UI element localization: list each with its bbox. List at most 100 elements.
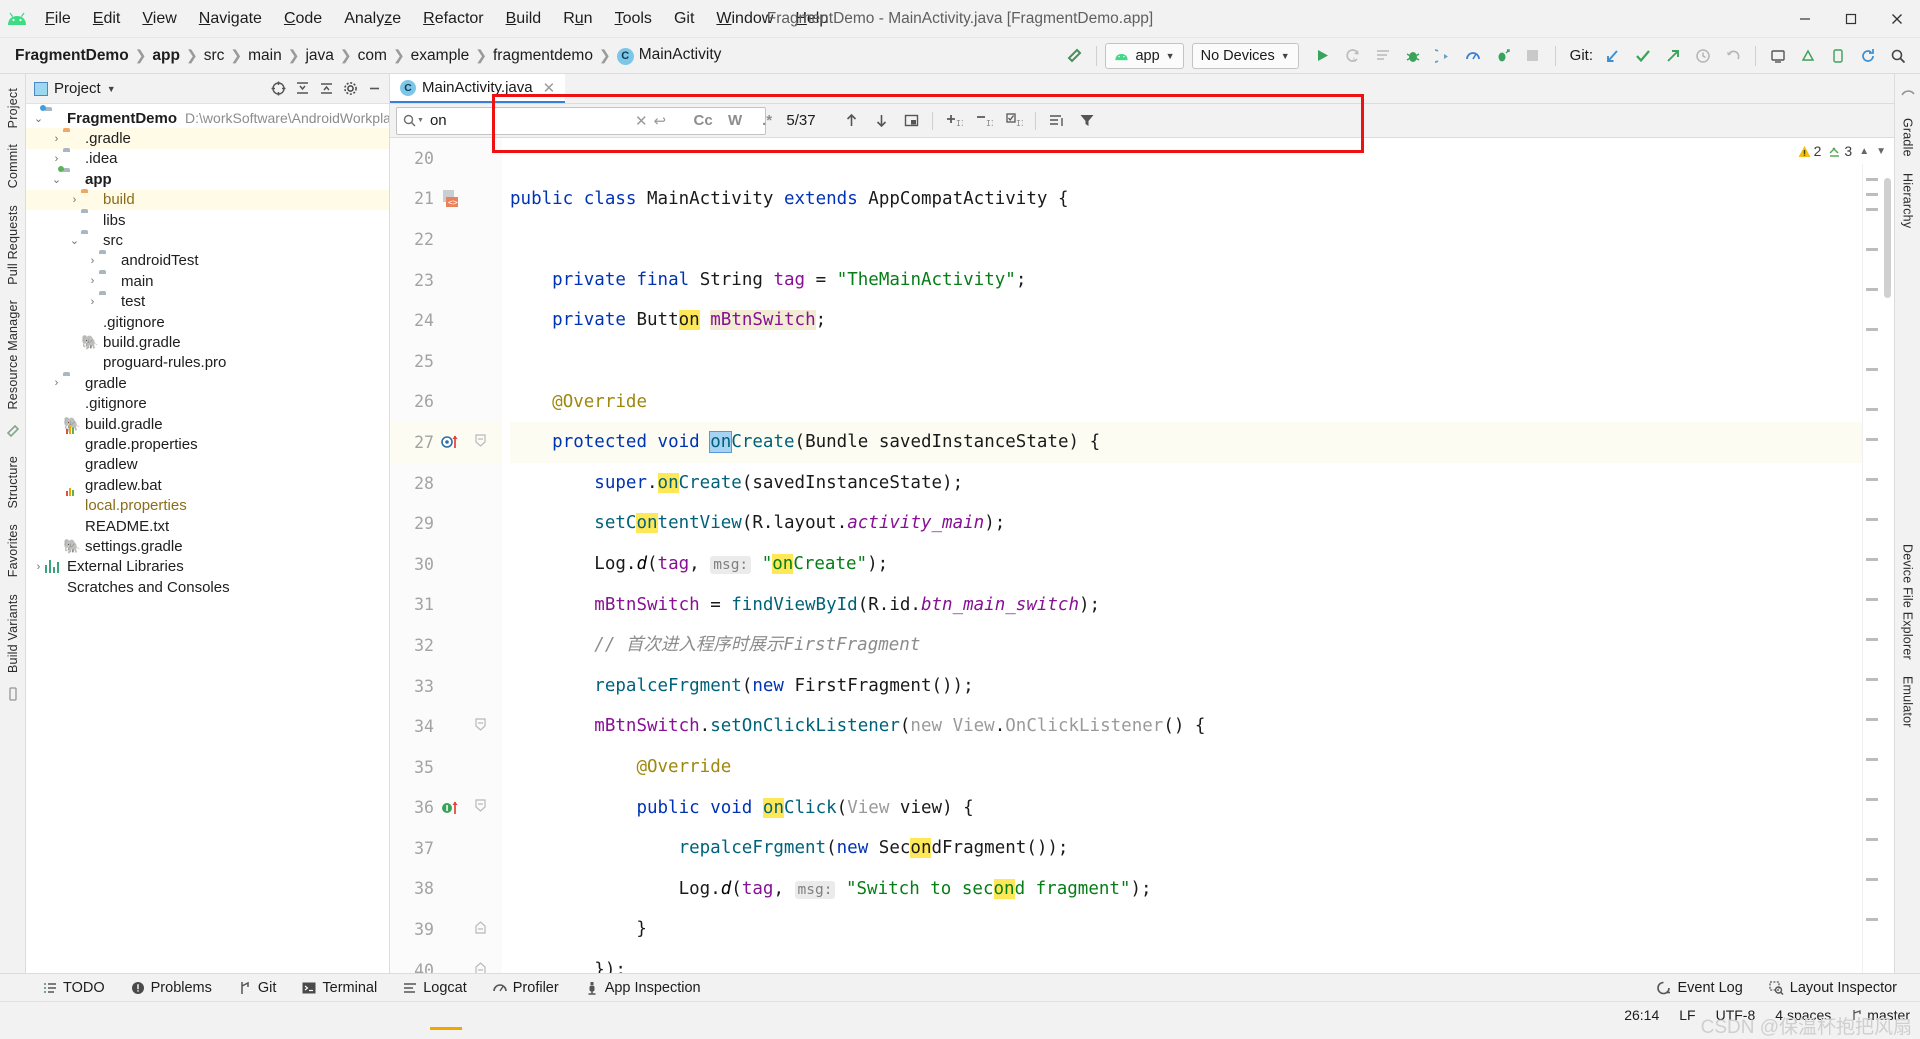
rail-project[interactable]: Project xyxy=(6,80,20,136)
fold-marker[interactable] xyxy=(475,434,486,451)
profiler-icon[interactable] xyxy=(1459,43,1487,69)
menu-navigate[interactable]: Navigate xyxy=(188,6,273,32)
gutter-line-28[interactable]: 28 xyxy=(390,463,502,504)
tree-disclosure-arrow[interactable]: ⌄ xyxy=(32,112,45,125)
line-separator[interactable]: LF xyxy=(1679,1007,1695,1023)
tool-window-problems[interactable]: Problems xyxy=(118,974,225,1002)
scroll-from-source-icon[interactable] xyxy=(267,78,289,100)
tree-item--gradle[interactable]: ›.gradle xyxy=(26,128,389,148)
breadcrumb-item-1[interactable]: app xyxy=(147,45,185,67)
maximize-button[interactable] xyxy=(1828,0,1874,38)
caret-position[interactable]: 26:14 xyxy=(1624,1007,1659,1023)
editor-tab-mainactivity[interactable]: C MainActivity.java ✕ xyxy=(390,74,565,103)
apply-code-changes-icon[interactable] xyxy=(1369,43,1397,69)
gutter-line-27[interactable]: 27 xyxy=(390,422,502,463)
select-all-occurrences-button[interactable] xyxy=(896,108,926,134)
code-line-28[interactable]: super.onCreate(savedInstanceState); xyxy=(510,463,1862,504)
code-line-39[interactable]: } xyxy=(510,909,1862,950)
remove-selection-button[interactable]: II xyxy=(969,108,999,134)
breadcrumb-item-3[interactable]: main xyxy=(243,45,287,67)
tree-item-settings-gradle[interactable]: 🐘settings.gradle xyxy=(26,536,389,556)
code-line-30[interactable]: Log.d(tag, msg: "onCreate"); xyxy=(510,544,1862,585)
device-manager-icon[interactable] xyxy=(1824,43,1852,69)
rail-device-file-explorer[interactable]: Device File Explorer xyxy=(1901,536,1915,668)
code-line-38[interactable]: Log.d(tag, msg: "Switch to second fragme… xyxy=(510,869,1862,910)
search-icon[interactable]: ▼ xyxy=(403,114,424,127)
breadcrumb-item-2[interactable]: src xyxy=(199,45,230,67)
tree-disclosure-arrow[interactable]: › xyxy=(32,561,45,573)
history-icon[interactable] xyxy=(1689,43,1717,69)
chevron-down-icon[interactable]: ▼ xyxy=(417,117,424,124)
git-push-icon[interactable] xyxy=(1659,43,1687,69)
menu-window[interactable]: Window xyxy=(705,6,784,32)
run-configuration-selector[interactable]: app ▼ xyxy=(1105,43,1183,69)
code-line-21[interactable]: public class MainActivity extends AppCom… xyxy=(510,179,1862,220)
inspection-chevron-icon[interactable]: ▲ xyxy=(1859,146,1869,157)
tree-item--idea[interactable]: ›.idea xyxy=(26,149,389,169)
menu-build[interactable]: Build xyxy=(495,6,553,32)
device-rail-icon[interactable] xyxy=(6,687,20,705)
code-line-24[interactable]: private Button mBtnSwitch; xyxy=(510,300,1862,341)
close-button[interactable] xyxy=(1874,0,1920,38)
tree-item-gradle-properties[interactable]: gradle.properties xyxy=(26,434,389,454)
code-line-20[interactable] xyxy=(510,138,1862,179)
debug-attach-icon[interactable] xyxy=(1489,43,1517,69)
tree-disclosure-arrow[interactable]: › xyxy=(86,255,99,267)
gutter-line-40[interactable]: 40 xyxy=(390,950,502,973)
close-icon[interactable]: ✕ xyxy=(543,79,556,97)
build-rail-icon[interactable] xyxy=(6,424,20,442)
tree-item-scratches-and-consoles[interactable]: Scratches and Consoles xyxy=(26,577,389,597)
tree-disclosure-arrow[interactable]: ⌄ xyxy=(50,173,63,186)
tree-item-androidtest[interactable]: ›androidTest xyxy=(26,251,389,271)
menu-tools[interactable]: Tools xyxy=(604,6,663,32)
tool-window-git[interactable]: Git xyxy=(225,974,290,1002)
tree-item--gitignore[interactable]: .gitignore xyxy=(26,312,389,332)
tree-item-main[interactable]: ›main xyxy=(26,271,389,291)
menu-git[interactable]: Git xyxy=(663,6,705,32)
gutter-line-24[interactable]: 24 xyxy=(390,300,502,341)
editor-scrollbar[interactable] xyxy=(1880,138,1894,973)
code-line-35[interactable]: @Override xyxy=(510,747,1862,788)
rail-pull-requests[interactable]: Pull Requests xyxy=(6,197,20,293)
menu-file[interactable]: File xyxy=(34,6,82,32)
run-button[interactable] xyxy=(1309,43,1337,69)
find-previous-button[interactable] xyxy=(836,108,866,134)
menu-code[interactable]: Code xyxy=(273,6,333,32)
stop-button[interactable] xyxy=(1519,43,1547,69)
scrollbar-thumb[interactable] xyxy=(1884,178,1891,298)
code-editor[interactable]: 2021<>2223242526272829303132333435363738… xyxy=(390,138,1894,973)
error-marker-bar[interactable] xyxy=(1862,138,1880,973)
menu-view[interactable]: View xyxy=(131,6,187,32)
rail-structure[interactable]: Structure xyxy=(6,448,20,517)
filter-icon[interactable] xyxy=(1072,108,1102,134)
apply-changes-icon[interactable]: A xyxy=(1339,43,1367,69)
sdk-manager-icon[interactable] xyxy=(1794,43,1822,69)
tree-disclosure-arrow[interactable]: › xyxy=(50,133,63,145)
undo-icon[interactable] xyxy=(1719,43,1747,69)
build-hammer-icon[interactable] xyxy=(1060,43,1088,69)
code-line-29[interactable]: setContentView(R.layout.activity_main); xyxy=(510,503,1862,544)
tool-window-terminal[interactable]: Terminal xyxy=(289,974,390,1002)
hide-panel-icon[interactable] xyxy=(363,78,385,100)
sync-gradle-icon[interactable] xyxy=(1854,43,1882,69)
tree-item-build-gradle[interactable]: 🐘build.gradle xyxy=(26,332,389,352)
gutter-line-21[interactable]: 21<> xyxy=(390,179,502,220)
gutter-line-31[interactable]: 31 xyxy=(390,585,502,626)
fold-marker[interactable] xyxy=(475,799,486,816)
gutter-line-25[interactable]: 25 xyxy=(390,341,502,382)
gutter-line-38[interactable]: 38 xyxy=(390,869,502,910)
file-encoding[interactable]: UTF-8 xyxy=(1716,1007,1756,1023)
tree-item-gradlew-bat[interactable]: gradlew.bat xyxy=(26,475,389,495)
line-number-gutter[interactable]: 2021<>2223242526272829303132333435363738… xyxy=(390,138,502,973)
inspection-settings-icon[interactable]: ▼ xyxy=(1876,146,1886,157)
tree-item-readme-txt[interactable]: README.txt xyxy=(26,516,389,536)
tree-item-external-libraries[interactable]: ›External Libraries xyxy=(26,557,389,577)
minimize-button[interactable] xyxy=(1782,0,1828,38)
tree-item-fragmentdemo[interactable]: ⌄FragmentDemoD:\workSoftware\AndroidWork… xyxy=(26,108,389,128)
project-tree[interactable]: ⌄FragmentDemoD:\workSoftware\AndroidWork… xyxy=(26,104,389,973)
tree-item-test[interactable]: ›test xyxy=(26,292,389,312)
inspection-status[interactable]: 2 3 ▲ ▼ xyxy=(1790,138,1894,164)
gutter-line-32[interactable]: 32 xyxy=(390,625,502,666)
gutter-line-20[interactable]: 20 xyxy=(390,138,502,179)
rail-favorites[interactable]: Favorites xyxy=(6,516,20,585)
